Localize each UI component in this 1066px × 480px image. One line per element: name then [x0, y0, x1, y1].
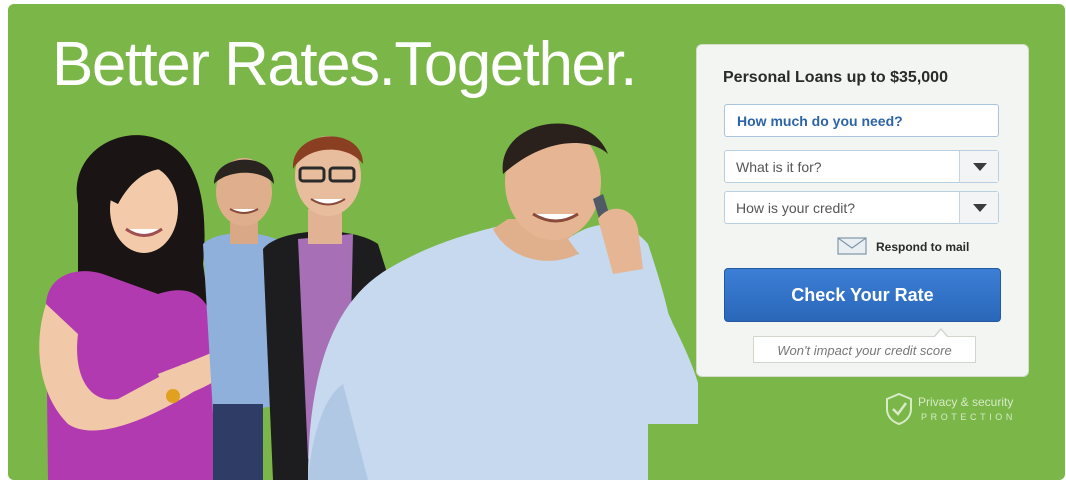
- credit-score-tooltip: Won't impact your credit score: [753, 328, 976, 363]
- amount-input-placeholder: How much do you need?: [737, 113, 903, 129]
- privacy-subtitle: PROTECTION: [921, 412, 1017, 422]
- loan-form-card: Personal Loans up to $35,000 How much do…: [696, 44, 1029, 377]
- hero-banner: Better Rates.Together. Personal Loans up…: [8, 4, 1065, 480]
- people-illustration: [39, 123, 698, 480]
- loan-purpose-select[interactable]: What is it for?: [724, 150, 999, 183]
- mail-icon: [837, 237, 867, 255]
- form-title: Personal Loans up to $35,000: [723, 69, 948, 86]
- privacy-title: Privacy & security: [918, 395, 1014, 409]
- loan-purpose-value: What is it for?: [736, 159, 822, 175]
- credit-score-note: Won't impact your credit score: [777, 343, 952, 358]
- shield-check-icon: [886, 392, 912, 426]
- credit-rating-select[interactable]: How is your credit?: [724, 191, 999, 224]
- respond-to-mail-label: Respond to mail: [876, 240, 970, 254]
- credit-rating-value: How is your credit?: [736, 200, 856, 216]
- dropdown-arrow-icon[interactable]: [959, 151, 998, 182]
- privacy-security-badge[interactable]: Privacy & security PROTECTION: [884, 392, 1034, 428]
- amount-input[interactable]: How much do you need?: [724, 104, 999, 137]
- man-on-phone-figure: [308, 123, 698, 480]
- dropdown-arrow-icon[interactable]: [959, 192, 998, 223]
- check-your-rate-button[interactable]: Check Your Rate: [724, 268, 1001, 322]
- respond-to-mail-link[interactable]: Respond to mail: [837, 237, 987, 257]
